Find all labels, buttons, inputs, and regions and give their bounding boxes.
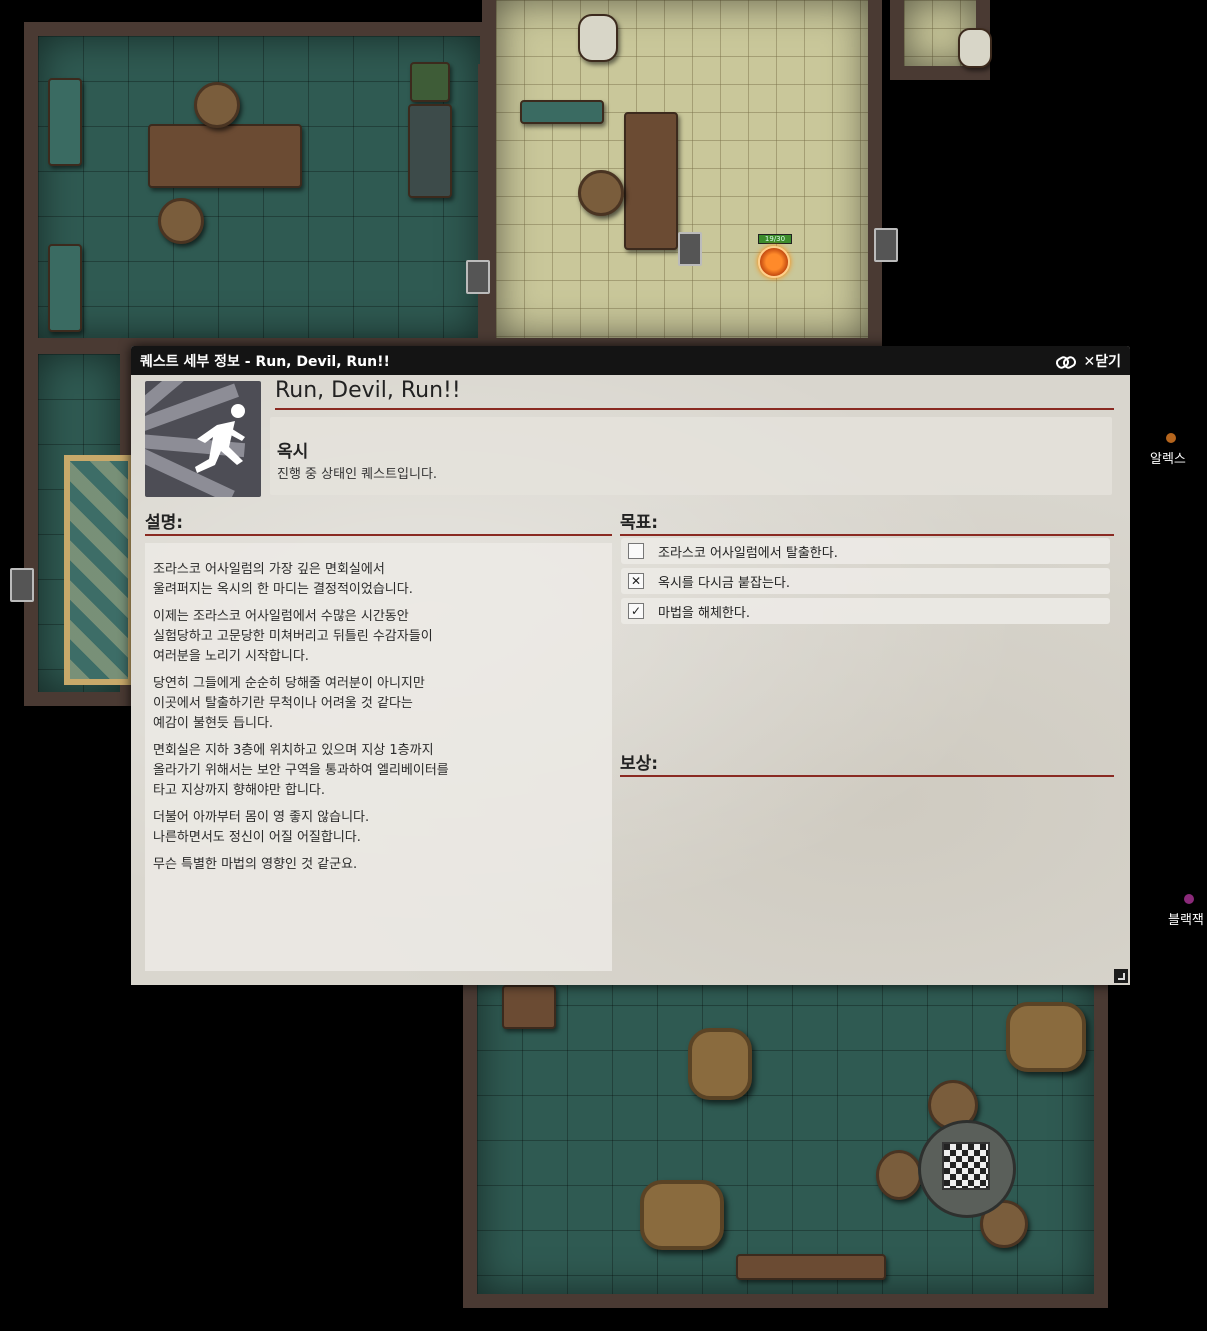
map-door-marker[interactable]	[874, 228, 898, 262]
map-chair	[876, 1150, 922, 1200]
close-button[interactable]: ✕닫기	[1084, 351, 1122, 371]
map-plant	[410, 62, 450, 102]
description-box: 조라스코 어사일럼의 가장 깊은 면회실에서 울려퍼지는 옥시의 한 마디는 결…	[145, 543, 612, 971]
map-carpet	[64, 455, 134, 685]
dialog-titlebar[interactable]: 퀘스트 세부 정보 - Run, Devil, Run!! ✕닫기	[131, 346, 1130, 375]
player-marker-dot[interactable]	[1184, 894, 1194, 904]
map-desk	[624, 112, 678, 250]
map-desk	[148, 124, 302, 188]
objective-item: 조라스코 어사일럼에서 탈출한다.	[621, 538, 1110, 564]
description-heading: 설명:	[145, 508, 612, 536]
description-paragraph: 면회실은 지하 3층에 위치하고 있으며 지상 1층까지 올라가기 위해서는 보…	[153, 743, 449, 798]
player-name-label[interactable]: 알렉스	[1150, 448, 1186, 467]
map-armchair	[1006, 1002, 1086, 1072]
resize-handle-icon[interactable]	[1114, 969, 1128, 983]
map-door-marker[interactable]	[678, 232, 702, 266]
objective-label: 마법을 해체한다.	[658, 605, 750, 621]
map-door-marker[interactable]	[466, 260, 490, 294]
objective-failed-x-icon[interactable]: ✕	[628, 573, 644, 589]
objective-item: ✕ 옥시를 다시금 붙잡는다.	[621, 568, 1110, 594]
description-paragraph: 더불어 아까부터 몸이 영 좋지 않습니다. 나른하면서도 정신이 어질 어질합…	[153, 810, 370, 845]
quest-giver: 옥시	[277, 442, 309, 462]
map-chair	[578, 170, 624, 216]
map-armchair	[640, 1180, 724, 1250]
objective-completed-check-icon[interactable]: ✓	[628, 603, 644, 619]
quest-running-man-icon	[145, 381, 261, 497]
map-cabinet	[48, 244, 82, 332]
map-chair	[194, 82, 240, 128]
description-paragraph: 무슨 특별한 마법의 영향인 것 같군요.	[153, 857, 358, 872]
rewards-heading: 보상:	[620, 749, 1114, 777]
link-icon[interactable]	[1056, 354, 1074, 368]
description-paragraph: 이제는 조라스코 어사일럼에서 수많은 시간동안 실험당하고 고문당한 미쳐버리…	[153, 609, 433, 664]
description-paragraph: 당연히 그들에게 순순히 당해줄 여러분이 아니지만 이곳에서 탈출하기란 무척…	[153, 676, 425, 731]
token-hp-bar: 19/30	[758, 234, 792, 244]
objective-item: ✓ 마법을 해체한다.	[621, 598, 1110, 624]
map-cabinet	[502, 985, 556, 1029]
character-token[interactable]	[758, 246, 790, 278]
map-cabinet	[48, 78, 82, 166]
player-marker-dot[interactable]	[1166, 433, 1176, 443]
map-chair	[158, 198, 204, 244]
quest-header-box: 옥시 진행 중 상태인 퀘스트입니다.	[270, 417, 1112, 495]
map-shelf	[408, 104, 452, 198]
dialog-body: Run, Devil, Run!! 옥시 진행 중 상태인 퀘스트입니다. 설명…	[131, 375, 1130, 985]
quest-details-dialog: 퀘스트 세부 정보 - Run, Devil, Run!! ✕닫기 Run, D…	[131, 346, 1130, 985]
map-toilet	[958, 28, 992, 68]
map-armchair	[688, 1028, 752, 1100]
player-name-label[interactable]: 블랙잭	[1168, 909, 1204, 928]
map-door-marker[interactable]	[10, 568, 34, 602]
objectives-heading: 목표:	[620, 508, 1114, 536]
objective-unchecked-checkbox[interactable]	[628, 543, 644, 559]
objective-label: 옥시를 다시금 붙잡는다.	[658, 575, 790, 591]
objective-label: 조라스코 어사일럼에서 탈출한다.	[658, 545, 838, 561]
map-chessboard	[942, 1142, 990, 1190]
map-bench	[520, 100, 604, 124]
map-toilet	[578, 14, 618, 62]
map-room-corridor	[482, 0, 882, 352]
map-bench	[736, 1254, 886, 1280]
dialog-title: 퀘스트 세부 정보 - Run, Devil, Run!!	[140, 353, 390, 370]
description-paragraph: 조라스코 어사일럼의 가장 깊은 면회실에서 울려퍼지는 옥시의 한 마디는 결…	[153, 562, 413, 597]
quest-name: Run, Devil, Run!!	[275, 378, 1114, 410]
quest-status: 진행 중 상태인 퀘스트입니다.	[277, 467, 438, 482]
